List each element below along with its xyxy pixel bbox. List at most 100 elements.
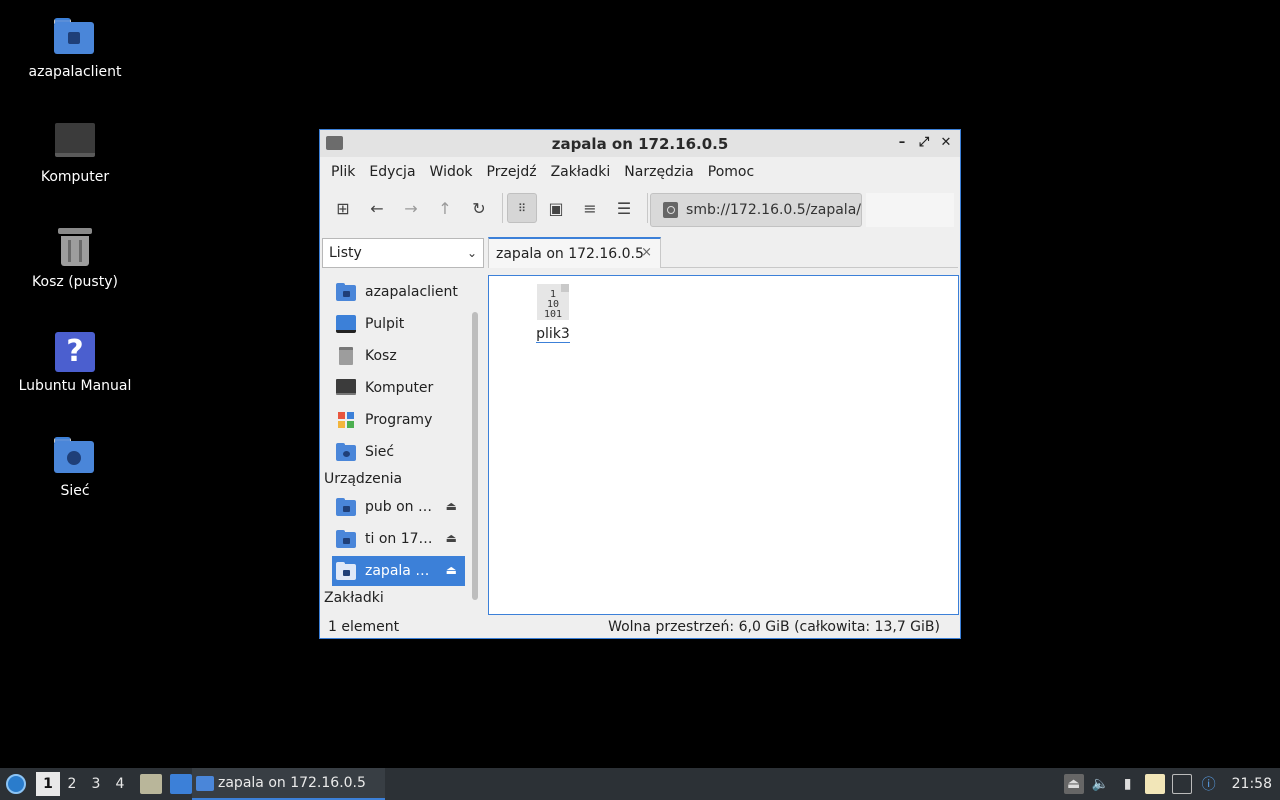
side-pane-mode-select[interactable]: Listy ⌄ <box>322 238 484 268</box>
eject-icon[interactable]: ⏏ <box>446 531 457 545</box>
devices-heading: Urządzenia <box>324 471 403 487</box>
taskbar-window-button[interactable]: zapala on 172.16.0.5 <box>192 768 385 800</box>
applications-icon <box>336 411 356 429</box>
task-label: zapala on 172.16.0.5 <box>218 775 366 791</box>
sidebar-item-label: zapala … <box>365 563 430 579</box>
compact-view-button[interactable]: ≡ <box>575 193 605 223</box>
detail-list-icon: ☰ <box>616 198 632 218</box>
thumbnail-view-button[interactable]: ▣ <box>541 193 571 223</box>
image-icon: ▣ <box>548 198 564 218</box>
location-bar[interactable]: smb://172.16.0.5/zapala/ <box>650 193 862 227</box>
sidebar-item-network[interactable]: Sieć <box>332 437 465 467</box>
eject-icon[interactable]: ⏏ <box>446 499 457 513</box>
desktop-icon-trash[interactable]: Kosz (pusty) <box>10 228 140 290</box>
reload-icon: ↻ <box>472 198 486 218</box>
start-menu-button[interactable] <box>0 768 32 800</box>
clock[interactable]: 21:58 <box>1232 776 1272 792</box>
notification-icon[interactable]: ⓘ <box>1199 774 1219 794</box>
tab-label: zapala on 172.16.0.5 <box>496 245 644 262</box>
free-space: Wolna przestrzeń: 6,0 GiB (całkowita: 13… <box>608 619 940 635</box>
sidebar-item-device-selected[interactable]: zapala … ⏏ <box>332 556 465 586</box>
side-pane-mode-value: Listy <box>329 245 362 261</box>
menu-view[interactable]: Widok <box>423 164 480 180</box>
desktop-icon-network[interactable]: Sieć <box>10 437 140 499</box>
sidebar-item-device[interactable]: pub on … ⏏ <box>332 492 465 522</box>
new-tab-icon: ⊞ <box>336 198 350 218</box>
sidebar-item-computer[interactable]: Komputer <box>332 373 465 403</box>
reload-button[interactable]: ↻ <box>464 193 494 223</box>
window-title: zapala on 172.16.0.5 <box>551 134 729 153</box>
sidebar-item-device[interactable]: ti on 17… ⏏ <box>332 524 465 554</box>
menu-go[interactable]: Przejdź <box>480 164 544 180</box>
arrow-left-icon: ← <box>370 198 384 218</box>
desktop-icon-home[interactable]: azapalaclient <box>10 18 140 80</box>
sidebar-item-trash[interactable]: Kosz <box>332 341 465 371</box>
desktop-icon-computer[interactable]: Komputer <box>10 123 140 185</box>
sidebar-item-label: Sieć <box>365 444 395 460</box>
sidebar-item-home[interactable]: azapalaclient <box>332 277 465 307</box>
location-input-area[interactable] <box>866 193 954 227</box>
show-desktop-icon[interactable] <box>170 774 192 794</box>
up-button[interactable]: ↑ <box>430 193 460 223</box>
tab-close-icon[interactable]: × <box>641 245 652 260</box>
taskbar: 1 2 3 4 zapala on 172.16.0.5 ⏏ 🔈 ▮ ⓘ 21:… <box>0 768 1280 800</box>
menu-tools[interactable]: Narzędzia <box>617 164 700 180</box>
folder-icon <box>326 136 343 150</box>
back-button[interactable]: ← <box>362 193 392 223</box>
help-icon: ? <box>54 332 96 372</box>
maximize-button[interactable]: ⤢ <box>916 135 932 151</box>
network-drive-icon <box>336 498 356 516</box>
file-manager-window: zapala on 172.16.0.5 – ⤢ ✕ Plik Edycja W… <box>319 129 961 639</box>
close-button[interactable]: ✕ <box>938 135 954 151</box>
trash-icon <box>336 347 356 365</box>
workspace-2[interactable]: 2 <box>60 772 84 796</box>
lubuntu-logo-icon <box>6 774 26 794</box>
list-icon: ≡ <box>583 198 597 218</box>
network-drive-icon <box>663 202 679 218</box>
sidebar-scrollbar[interactable] <box>472 312 478 600</box>
title-bar[interactable]: zapala on 172.16.0.5 – ⤢ ✕ <box>320 130 960 157</box>
sidebar-item-desktop[interactable]: Pulpit <box>332 309 465 339</box>
desktop-icon <box>336 315 356 333</box>
detailed-view-button[interactable]: ☰ <box>609 193 639 223</box>
volume-icon[interactable]: 🔈 <box>1091 774 1111 794</box>
clipboard-icon[interactable] <box>1144 774 1165 794</box>
desktop-icon-label: Lubuntu Manual <box>18 378 132 394</box>
folder-icon <box>196 775 214 791</box>
menu-bookmarks[interactable]: Zakładki <box>544 164 618 180</box>
eject-tray-icon[interactable]: ⏏ <box>1063 774 1084 794</box>
sidebar-item-label: azapalaclient <box>365 284 458 300</box>
file-item[interactable]: 1 10 101 plik3 <box>529 284 577 343</box>
grid-icon: ⠿ <box>517 201 527 215</box>
network-drive-icon <box>336 530 356 548</box>
tab-current[interactable]: zapala on 172.16.0.5 × <box>488 237 661 268</box>
icon-view-button[interactable]: ⠿ <box>507 193 537 223</box>
chevron-down-icon: ⌄ <box>466 246 477 260</box>
desktop-icon-label: Sieć <box>60 483 90 499</box>
forward-button[interactable]: → <box>396 193 426 223</box>
workspace-4[interactable]: 4 <box>108 772 132 796</box>
network-icon[interactable] <box>1171 774 1192 794</box>
workspace-3[interactable]: 3 <box>84 772 108 796</box>
battery-icon[interactable]: ▮ <box>1118 774 1138 794</box>
file-view[interactable]: 1 10 101 plik3 <box>488 275 959 615</box>
sidebar-item-label: pub on … <box>365 499 432 515</box>
desktop-icon-label: azapalaclient <box>28 64 122 80</box>
home-folder-icon <box>54 18 96 58</box>
computer-icon <box>336 379 356 397</box>
sidebar-item-applications[interactable]: Programy <box>332 405 465 435</box>
workspace-1[interactable]: 1 <box>36 772 60 796</box>
toolbar: ⊞ ← → ↑ ↻ ⠿ ▣ ≡ ☰ smb://172.16.0.5/zapal… <box>320 187 960 229</box>
new-tab-button[interactable]: ⊞ <box>328 193 358 223</box>
file-name: plik3 <box>536 326 570 343</box>
menu-help[interactable]: Pomoc <box>701 164 761 180</box>
eject-icon[interactable]: ⏏ <box>446 563 457 577</box>
desktop-icon-manual[interactable]: ? Lubuntu Manual <box>10 332 140 394</box>
menu-edit[interactable]: Edycja <box>362 164 422 180</box>
sidebar-item-label: Kosz <box>365 348 397 364</box>
desktop-icon-label: Kosz (pusty) <box>32 274 118 290</box>
minimize-button[interactable]: – <box>894 135 910 151</box>
menu-file[interactable]: Plik <box>324 164 362 180</box>
file-manager-launcher-icon[interactable] <box>140 774 162 794</box>
computer-icon <box>54 123 96 163</box>
